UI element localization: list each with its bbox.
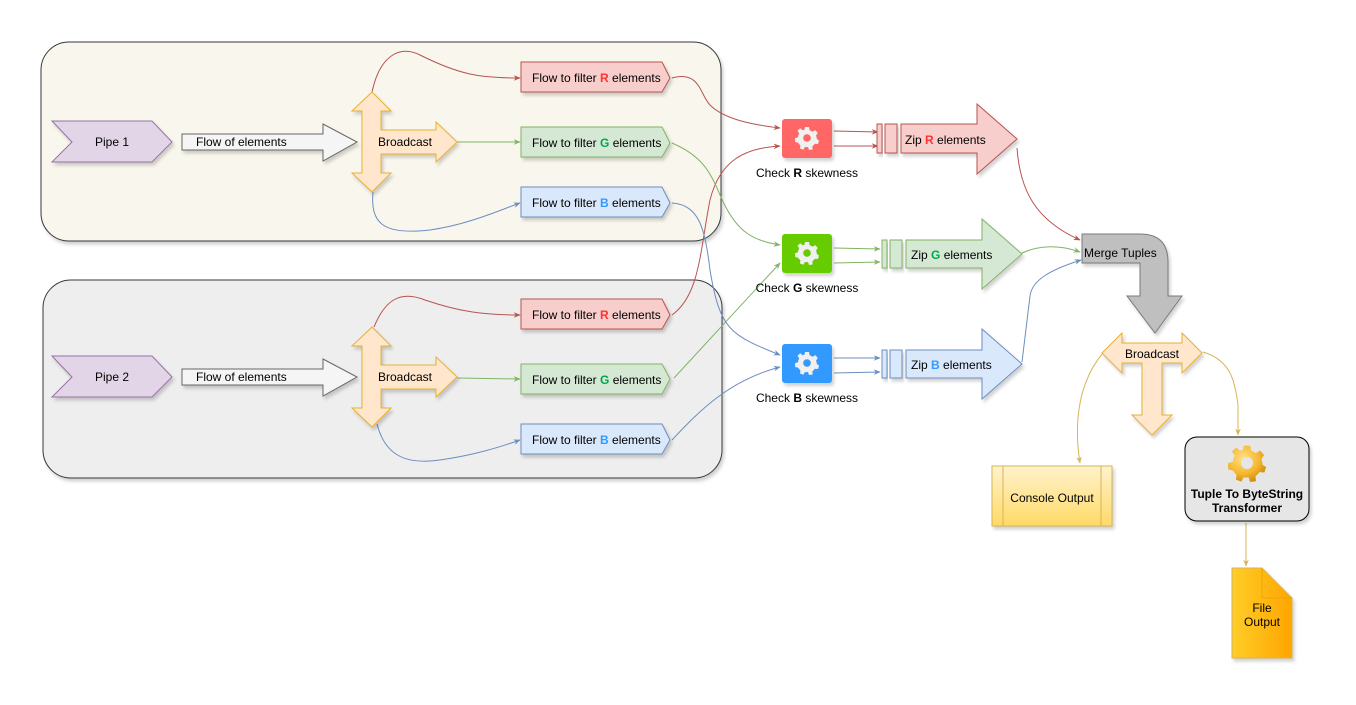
filter-suffix: elements <box>609 196 661 210</box>
filter-prefix: Flow to filter <box>532 433 600 447</box>
transformer-label-line2: Transformer <box>1212 501 1282 515</box>
svg-text:Check B skewness: Check B skewness <box>756 391 858 405</box>
zip-to-merge-edges <box>1016 147 1082 363</box>
pipe1-filter-r[interactable]: Flow to filter R elements <box>520 61 671 93</box>
filter-channel-b: B <box>600 433 609 447</box>
check-prefix: Check <box>756 391 793 405</box>
check-b-node[interactable]: Check B skewness <box>756 344 858 405</box>
final-broadcast[interactable]: Broadcast <box>1101 331 1203 436</box>
zip-channel: G <box>931 248 940 262</box>
filter-prefix: Flow to filter <box>532 196 600 210</box>
filter-channel-b: B <box>600 196 609 210</box>
file-output-node[interactable]: File Output <box>1231 567 1293 659</box>
filter-channel-g: G <box>600 136 609 150</box>
filter-suffix: elements <box>609 373 661 387</box>
pipe2-filter-g[interactable]: Flow to filter G elements <box>520 363 671 395</box>
check-channel: G <box>793 281 802 295</box>
zip-channel: B <box>931 358 940 372</box>
transformer-node[interactable]: Tuple To ByteString Transformer <box>1184 436 1310 522</box>
filter-suffix: elements <box>609 136 661 150</box>
pipe1-flow-label: Flow of elements <box>196 135 287 149</box>
zip-prefix: Zip <box>911 248 931 262</box>
svg-text:Flow to filter G elements: Flow to filter G elements <box>532 373 661 387</box>
check-prefix: Check <box>756 166 793 180</box>
pipe2-label: Pipe 2 <box>95 370 129 384</box>
pipe2-filter-b[interactable]: Flow to filter B elements <box>520 423 671 455</box>
filter-prefix: Flow to filter <box>532 71 600 85</box>
zip-suffix: elements <box>940 248 992 262</box>
svg-text:Flow to filter G elements: Flow to filter G elements <box>532 136 661 150</box>
zip-suffix: elements <box>940 358 992 372</box>
console-output-label: Console Output <box>1010 491 1094 505</box>
zip-b-arrow[interactable]: Zip B elements <box>881 327 1023 401</box>
svg-text:Flow to filter R elements: Flow to filter R elements <box>532 71 661 85</box>
check-channel: B <box>793 391 802 405</box>
filter-suffix: elements <box>609 71 661 85</box>
zip-r-arrow[interactable]: Zip R elements <box>876 102 1018 176</box>
edge-zip-g-to-merge <box>1021 246 1081 254</box>
check-suffix: skewness <box>802 391 858 405</box>
filter-channel-r: R <box>600 71 609 85</box>
filter-prefix: Flow to filter <box>532 308 600 322</box>
pipe2-filter-r[interactable]: Flow to filter R elements <box>520 298 671 330</box>
file-output-label-line2: Output <box>1244 615 1281 629</box>
filter-suffix: elements <box>609 308 661 322</box>
edge-zip-b-to-merge <box>1021 259 1082 363</box>
pipe2-broadcast-label: Broadcast <box>378 370 433 384</box>
check-r-node[interactable]: Check R skewness <box>756 119 858 180</box>
merge-tuples-node[interactable]: Merge Tuples <box>1081 233 1183 334</box>
filter-prefix: Flow to filter <box>532 136 600 150</box>
check-prefix: Check <box>756 281 793 295</box>
svg-text:Zip G elements: Zip G elements <box>911 248 992 262</box>
filter-suffix: elements <box>609 433 661 447</box>
filter-channel-r: R <box>600 308 609 322</box>
filter-prefix: Flow to filter <box>532 373 600 387</box>
pipe1-label: Pipe 1 <box>95 135 129 149</box>
pipe1-broadcast-label: Broadcast <box>378 135 433 149</box>
svg-text:Check G skewness: Check G skewness <box>756 281 859 295</box>
check-suffix: skewness <box>802 281 858 295</box>
svg-text:Zip B elements: Zip B elements <box>911 358 992 372</box>
svg-text:Flow to filter R elements: Flow to filter R elements <box>532 308 661 322</box>
edge-zip-r-to-merge <box>1016 147 1081 241</box>
pipe2-flow-label: Flow of elements <box>196 370 287 384</box>
zip-prefix: Zip <box>905 133 925 147</box>
zip-g-arrow[interactable]: Zip G elements <box>881 217 1023 291</box>
check-channel: R <box>793 166 802 180</box>
svg-text:Flow to filter B elements: Flow to filter B elements <box>532 433 661 447</box>
console-output-node[interactable]: Console Output <box>991 465 1113 527</box>
transformer-label-line1: Tuple To ByteString <box>1191 487 1303 501</box>
check-suffix: skewness <box>802 166 858 180</box>
svg-text:Flow to filter B elements: Flow to filter B elements <box>532 196 661 210</box>
zip-channel: R <box>925 133 934 147</box>
zip-prefix: Zip <box>911 358 931 372</box>
file-output-label-line1: File <box>1252 601 1272 615</box>
pipe1-filter-g[interactable]: Flow to filter G elements <box>520 126 671 158</box>
filter-channel-g: G <box>600 373 609 387</box>
edge-broadcast-to-console <box>1076 352 1104 464</box>
svg-text:Check R skewness: Check R skewness <box>756 166 858 180</box>
merge-tuples-label: Merge Tuples <box>1084 246 1157 260</box>
final-broadcast-label: Broadcast <box>1125 347 1180 361</box>
pipe1-filter-b[interactable]: Flow to filter B elements <box>520 186 671 218</box>
diagram-canvas: Pipe 1 Flow of elements Broadcast Flow t… <box>40 41 1310 659</box>
svg-text:Zip R elements: Zip R elements <box>905 133 986 147</box>
edge-broadcast-to-transformer <box>1202 351 1241 436</box>
zip-suffix: elements <box>934 133 986 147</box>
